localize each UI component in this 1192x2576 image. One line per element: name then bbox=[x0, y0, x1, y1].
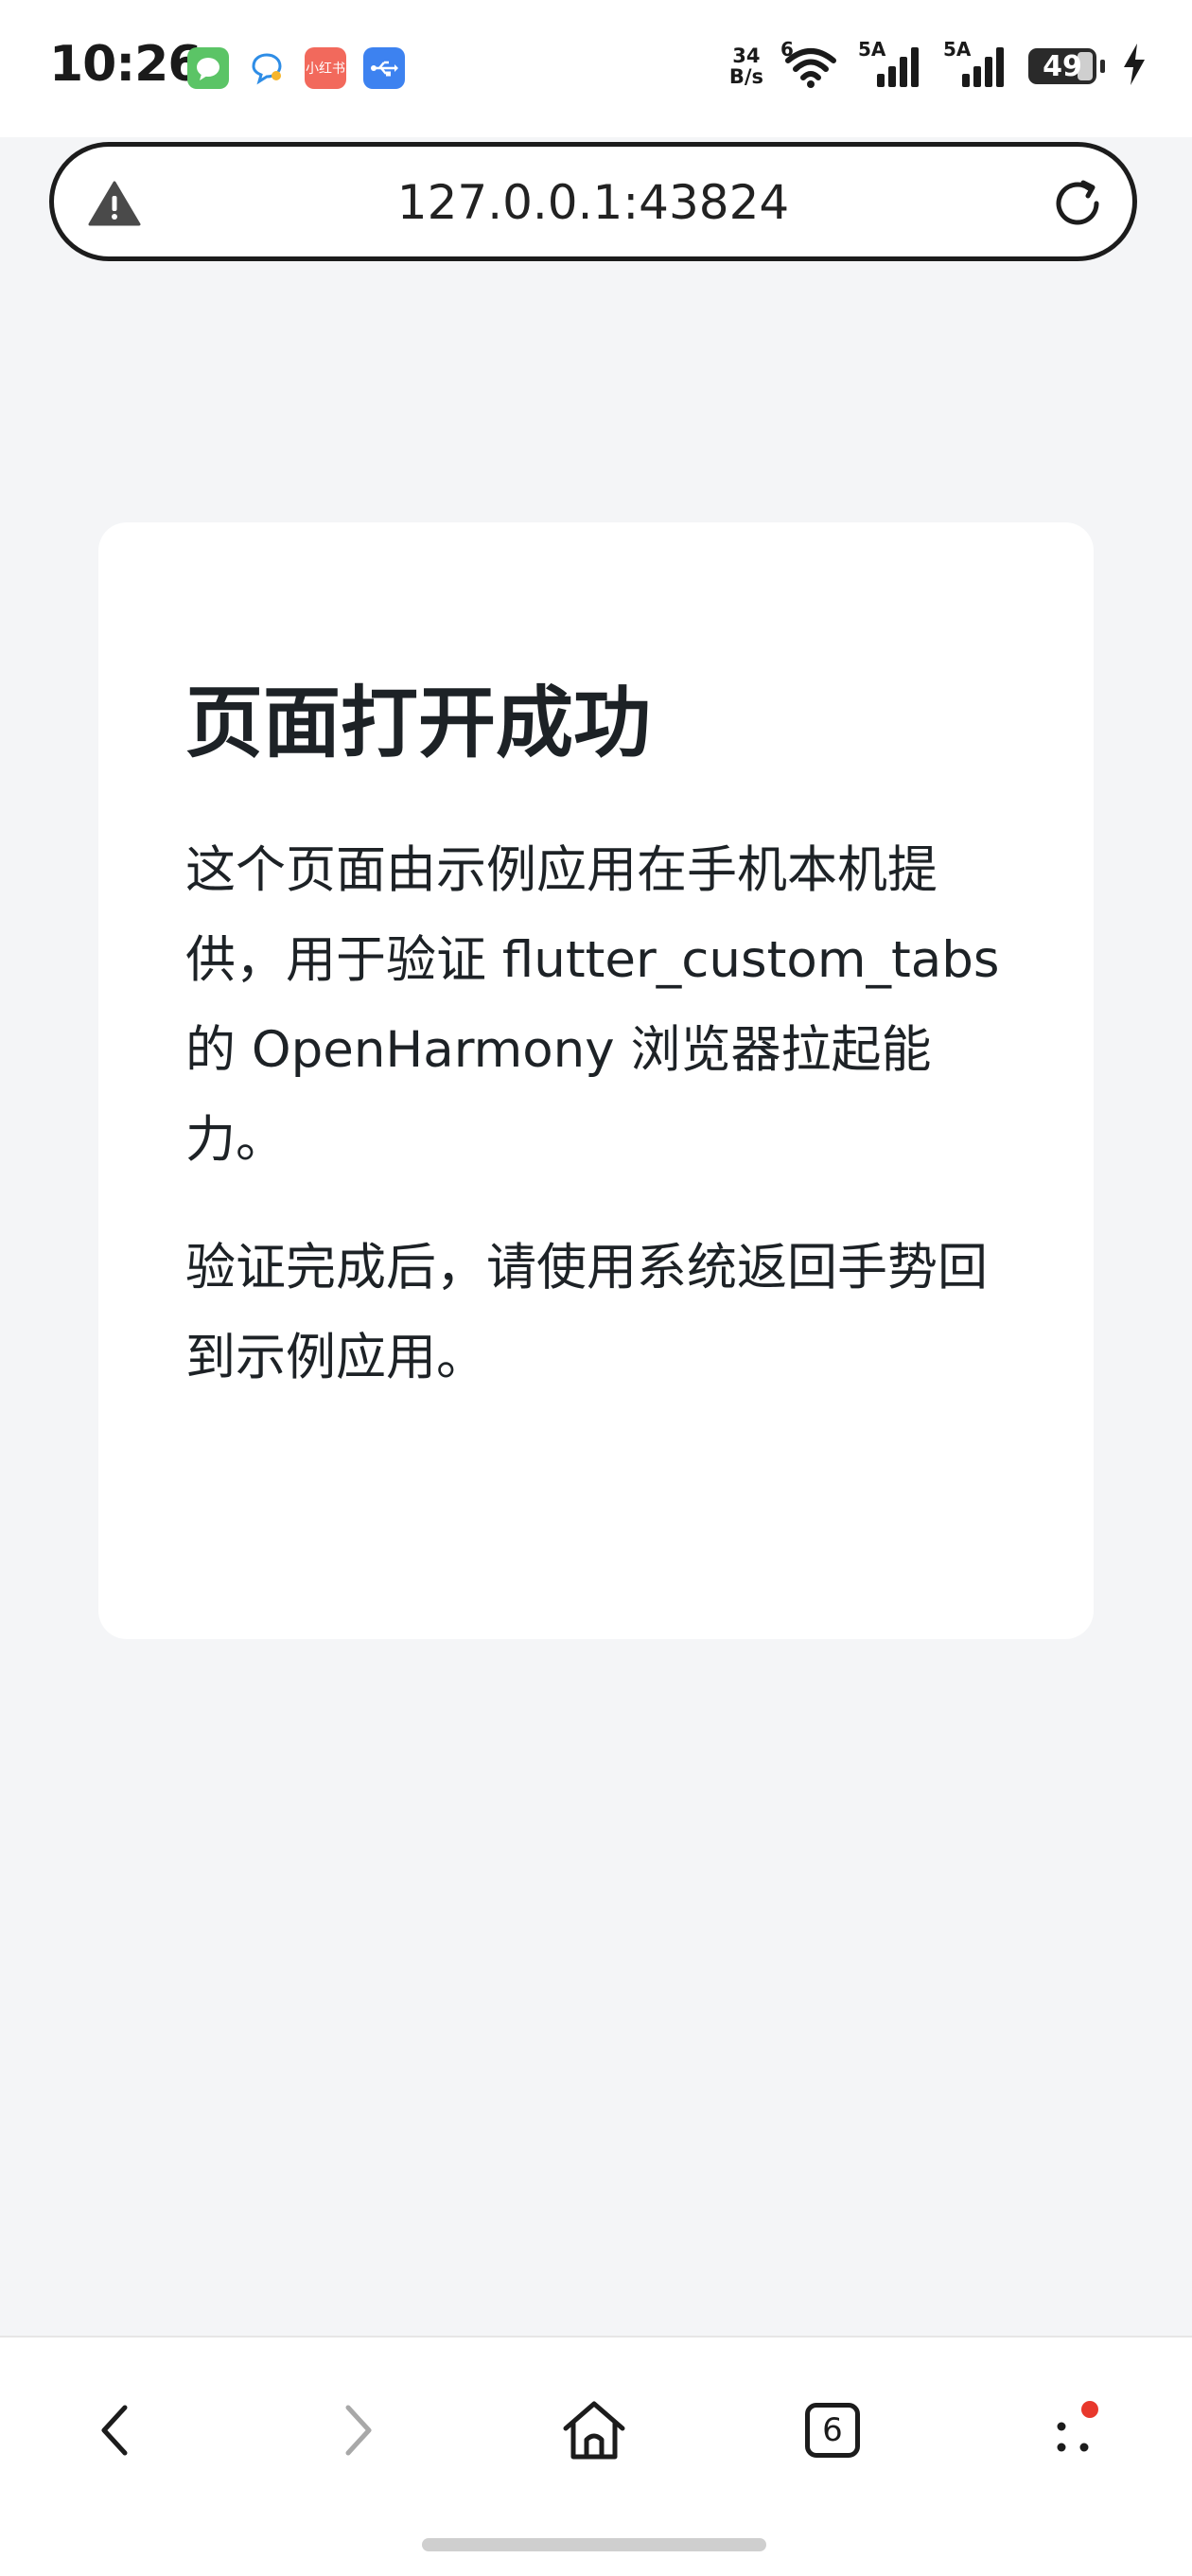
cellular-signal-icon-2: 5A bbox=[943, 38, 1011, 89]
home-button[interactable] bbox=[547, 2383, 641, 2478]
battery-tip bbox=[1100, 60, 1105, 73]
battery-icon: 49 bbox=[1028, 48, 1096, 84]
notification-dot-icon bbox=[1081, 2401, 1098, 2418]
signal-label-1: 5A bbox=[858, 38, 886, 61]
reload-icon[interactable] bbox=[1049, 175, 1106, 236]
instruction-paragraph: 验证完成后，请使用系统返回手势回到示例应用。 bbox=[185, 1239, 988, 1386]
wifi-label: 6 bbox=[780, 38, 794, 61]
signal-label-2: 5A bbox=[943, 38, 972, 61]
usb-icon bbox=[363, 47, 405, 89]
address-bar[interactable]: 127.0.0.1:43824 bbox=[49, 142, 1137, 261]
tab-count: 6 bbox=[822, 2411, 843, 2449]
battery-level: 49 bbox=[1043, 49, 1082, 83]
description-paragraph: 这个页面由示例应用在手机本机提供，用于验证 flutter_custom_tab… bbox=[185, 841, 1000, 1169]
menu-dots-icon bbox=[1057, 2401, 1098, 2452]
cellular-signal-icon-1: 5A bbox=[858, 38, 926, 89]
menu-button[interactable] bbox=[1024, 2383, 1118, 2478]
back-button[interactable] bbox=[68, 2383, 163, 2478]
status-time: 10:26 bbox=[49, 36, 202, 93]
tab-count-icon: 6 bbox=[805, 2403, 860, 2458]
page-title: 页面打开成功 bbox=[185, 679, 652, 768]
chat-bubble-icon bbox=[246, 47, 288, 89]
messages-app-icon bbox=[187, 47, 229, 89]
chevron-right-icon bbox=[345, 2405, 372, 2456]
notification-icons: 小红书 bbox=[187, 47, 405, 89]
home-icon bbox=[563, 2401, 625, 2460]
xiaohongshu-app-icon: 小红书 bbox=[305, 47, 346, 89]
network-speed-unit: B/s bbox=[728, 65, 763, 88]
wifi-icon: 6 bbox=[780, 38, 841, 89]
charging-icon bbox=[1122, 44, 1147, 89]
status-indicators: 34 B/s 6 5A 5A 49 bbox=[729, 38, 1147, 89]
network-speed-value: 34 bbox=[732, 44, 761, 67]
status-bar: 10:26 小红书 34 B/s 6 5A 5A 49 bbox=[0, 0, 1192, 137]
xiaohongshu-app-label: 小红书 bbox=[306, 62, 345, 77]
home-indicator[interactable] bbox=[422, 2538, 766, 2551]
card-body: 这个页面由示例应用在手机本机提供，用于验证 flutter_custom_tab… bbox=[185, 825, 1018, 1440]
content-card: 页面打开成功 这个页面由示例应用在手机本机提供，用于验证 flutter_cus… bbox=[98, 522, 1094, 1639]
forward-button[interactable] bbox=[310, 2383, 405, 2478]
tabs-button[interactable]: 6 bbox=[785, 2383, 880, 2478]
url-text[interactable]: 127.0.0.1:43824 bbox=[54, 175, 1132, 230]
network-speed: 34 B/s bbox=[729, 45, 763, 87]
chevron-left-icon bbox=[101, 2405, 128, 2456]
